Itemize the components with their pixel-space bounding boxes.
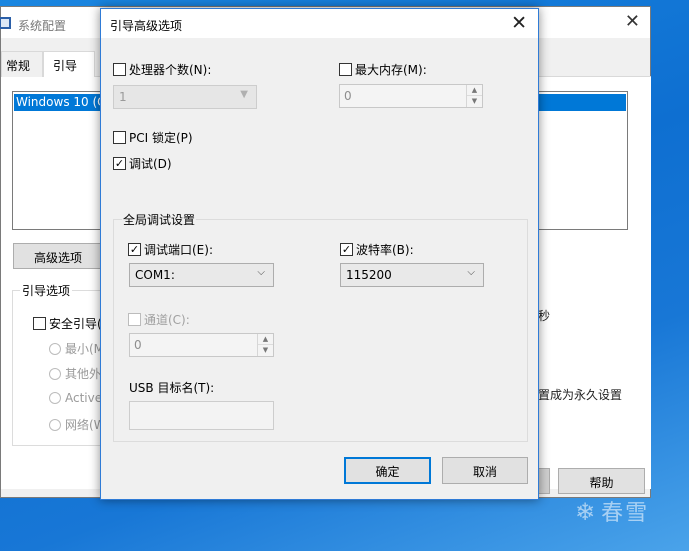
processor-count-label: 处理器个数(N): bbox=[129, 63, 212, 77]
debug-port-select[interactable]: COM1: ⌵ bbox=[129, 263, 274, 287]
debug-port-checkbox[interactable] bbox=[128, 243, 141, 256]
spin-up-icon[interactable]: ▲ bbox=[258, 334, 273, 345]
radio-network[interactable]: 网络(W bbox=[49, 416, 106, 433]
chevron-down-icon: ▼ bbox=[240, 89, 248, 100]
pci-lock-checkbox[interactable] bbox=[113, 131, 126, 144]
baud-rate-checkbox[interactable] bbox=[340, 243, 353, 256]
boot-options-legend: 引导选项 bbox=[20, 282, 73, 299]
usb-target-input[interactable] bbox=[129, 401, 274, 430]
usb-target-label: USB 目标名(T): bbox=[129, 381, 215, 395]
pci-lock-label: PCI 锁定(P) bbox=[129, 131, 193, 145]
debug-checkbox[interactable] bbox=[113, 157, 126, 170]
baud-rate-label: 波特率(B): bbox=[356, 243, 414, 257]
baud-rate-row[interactable]: 波特率(B): bbox=[340, 241, 414, 258]
max-memory-spinner[interactable]: 0 ▲ ▼ bbox=[339, 84, 483, 108]
tab-boot[interactable]: 引导 bbox=[43, 51, 95, 77]
channel-label: 通道(C): bbox=[144, 313, 190, 327]
boot-options-group: 引导选项 安全引导( 最小(M 其他外 Active 网络(W bbox=[12, 282, 107, 446]
safe-boot-checkbox[interactable] bbox=[33, 317, 46, 330]
watermark: ❄ 春雪 bbox=[575, 495, 649, 527]
system-config-close-icon[interactable]: ✕ bbox=[625, 12, 640, 32]
make-permanent-label: 置成为永久设置 bbox=[538, 388, 623, 402]
channel-row[interactable]: 通道(C): bbox=[128, 311, 190, 328]
processor-count-checkbox[interactable] bbox=[113, 63, 126, 76]
tab-general[interactable]: 常规 bbox=[1, 51, 43, 77]
channel-spin-arrows: ▲ ▼ bbox=[257, 334, 273, 356]
dialog-close-icon[interactable]: ✕ bbox=[511, 12, 527, 34]
max-memory-spin-arrows: ▲ ▼ bbox=[466, 85, 482, 107]
radio-alternate-shell[interactable]: 其他外 bbox=[49, 365, 101, 382]
system-config-title: 系统配置 bbox=[18, 19, 67, 33]
chevron-down-icon: ⌵ bbox=[257, 267, 265, 278]
debug-port-row[interactable]: 调试端口(E): bbox=[128, 241, 213, 258]
radio-active-directory-label: Active bbox=[65, 391, 103, 405]
spin-up-icon[interactable]: ▲ bbox=[467, 85, 482, 96]
debug-row[interactable]: 调试(D) bbox=[113, 155, 172, 172]
debug-port-value: COM1: bbox=[135, 268, 175, 282]
channel-spinner[interactable]: 0 ▲ ▼ bbox=[129, 333, 274, 357]
advanced-options-button[interactable]: 高级选项 bbox=[13, 243, 103, 269]
safe-boot-label: 安全引导( bbox=[49, 317, 102, 331]
apply-button-edge[interactable] bbox=[538, 468, 550, 494]
channel-value: 0 bbox=[134, 338, 142, 352]
debug-port-label: 调试端口(E): bbox=[144, 243, 213, 257]
max-memory-value: 0 bbox=[344, 89, 352, 103]
processor-count-value: 1 bbox=[119, 90, 127, 104]
radio-minimal-circle[interactable] bbox=[49, 343, 61, 355]
pci-lock-row[interactable]: PCI 锁定(P) bbox=[113, 129, 193, 146]
baud-rate-value: 115200 bbox=[346, 268, 392, 282]
snowflake-icon: ❄ bbox=[575, 498, 598, 526]
debug-label: 调试(D) bbox=[129, 157, 172, 171]
safe-boot-row[interactable]: 安全引导( bbox=[33, 315, 102, 332]
watermark-text: 春雪 bbox=[601, 501, 650, 526]
max-memory-label: 最大内存(M): bbox=[355, 63, 427, 77]
radio-alternate-shell-circle[interactable] bbox=[49, 368, 61, 380]
max-memory-row[interactable]: 最大内存(M): bbox=[339, 61, 427, 78]
seconds-label: 秒 bbox=[538, 309, 551, 323]
dialog-title: 引导高级选项 bbox=[110, 19, 183, 33]
radio-minimal[interactable]: 最小(M bbox=[49, 340, 104, 357]
baud-rate-select[interactable]: 115200 ⌵ bbox=[340, 263, 484, 287]
help-button[interactable]: 帮助 bbox=[558, 468, 645, 494]
spin-down-icon[interactable]: ▼ bbox=[258, 345, 273, 356]
global-debug-legend: 全局调试设置 bbox=[122, 211, 197, 228]
spin-down-icon[interactable]: ▼ bbox=[467, 96, 482, 107]
boot-advanced-options-dialog: 引导高级选项 ✕ 处理器个数(N): 1 ▼ 最大内存(M): 0 ▲ ▼ PC… bbox=[100, 8, 539, 500]
radio-network-circle[interactable] bbox=[49, 419, 61, 431]
system-config-app-icon bbox=[0, 17, 11, 29]
radio-minimal-label: 最小(M bbox=[65, 342, 105, 356]
dialog-titlebar: 引导高级选项 ✕ bbox=[101, 9, 538, 38]
radio-alternate-shell-label: 其他外 bbox=[65, 367, 102, 381]
channel-checkbox[interactable] bbox=[128, 313, 141, 326]
cancel-button[interactable]: 取消 bbox=[442, 457, 528, 484]
global-debug-group: 全局调试设置 调试端口(E): COM1: ⌵ 波特率(B): 115200 ⌵… bbox=[113, 211, 528, 442]
processor-count-row[interactable]: 处理器个数(N): bbox=[113, 61, 211, 78]
radio-active-directory-circle[interactable] bbox=[49, 392, 61, 404]
max-memory-checkbox[interactable] bbox=[339, 63, 352, 76]
processor-count-select[interactable]: 1 ▼ bbox=[113, 85, 257, 109]
ok-button[interactable]: 确定 bbox=[344, 457, 431, 484]
radio-active-directory[interactable]: Active bbox=[49, 391, 102, 405]
chevron-down-icon: ⌵ bbox=[467, 267, 475, 278]
